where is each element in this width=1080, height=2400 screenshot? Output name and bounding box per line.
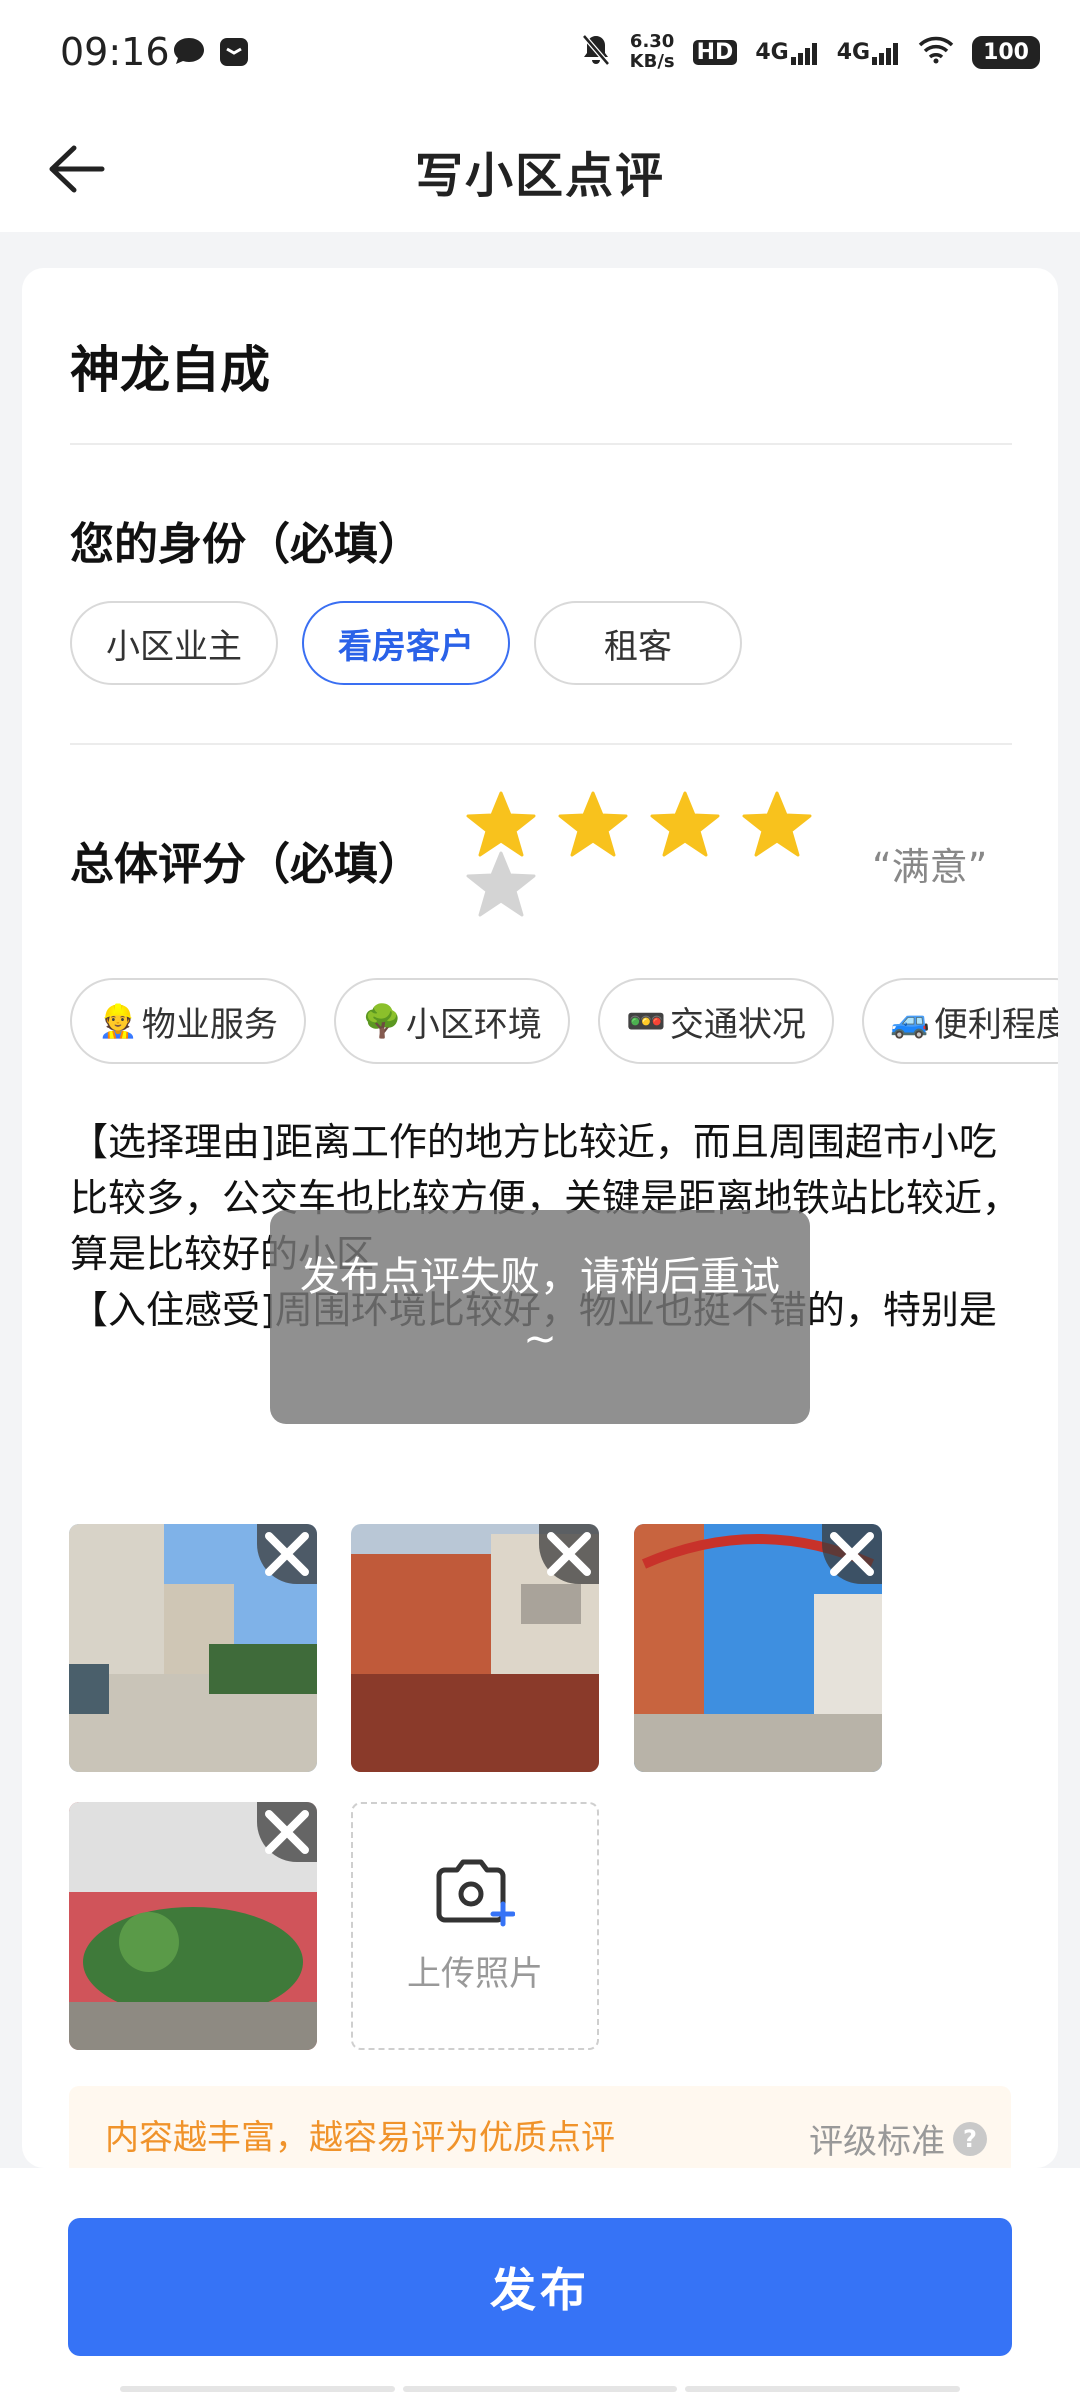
tag-environment[interactable]: 🌳 小区环境	[334, 978, 570, 1064]
bottom-action-bar: 发布	[0, 2168, 1080, 2400]
close-icon	[547, 1532, 591, 1576]
tag-convenience[interactable]: 🚙 便利程度	[862, 978, 1058, 1064]
photo-thumbnail-3[interactable]	[634, 1524, 882, 1772]
remove-photo-button[interactable]	[257, 1524, 317, 1584]
speed-value: 6.30	[629, 31, 675, 52]
remove-photo-button[interactable]	[822, 1524, 882, 1584]
upload-photo-button[interactable]: 上传照片	[351, 1802, 599, 2050]
community-name: 神龙自成	[70, 341, 270, 399]
tag-label: 物业服务	[141, 1004, 278, 1045]
identity-option-owner[interactable]: 小区业主	[70, 601, 278, 685]
worker-icon: 👷	[98, 1002, 138, 1040]
signal-1: 4G	[755, 40, 818, 65]
battery-icon: 100	[972, 35, 1040, 69]
help-icon: ?	[953, 2121, 987, 2156]
status-bar: 09:16 6.30 KB/s HD 4G 4G 100	[0, 0, 1080, 106]
star-icon[interactable]	[650, 790, 720, 860]
network-type-1: 4G	[755, 39, 789, 65]
identity-title: 您的身份（必填）	[70, 519, 422, 570]
quality-tip-bar: 内容越丰富，越容易评为优质点评 评级标准 ?	[69, 2086, 1011, 2176]
upload-label: 上传照片	[407, 1953, 543, 1994]
tag-label: 小区环境	[405, 1004, 542, 1045]
nav-bar: 写小区点评	[0, 106, 1080, 232]
photo-thumbnail-1[interactable]	[69, 1524, 317, 1772]
signal-icon	[872, 42, 899, 65]
tag-list: 👷 物业服务 🌳 小区环境 🚥 交通状况 🚙 便利程度	[70, 974, 1058, 1070]
notification-icon	[218, 36, 250, 72]
network-type-2: 4G	[836, 39, 871, 65]
tip-link-label: 评级标准	[809, 2122, 945, 2162]
signal-2: 4G	[837, 40, 900, 65]
speed-unit: KB/s	[629, 51, 675, 72]
divider	[70, 743, 1012, 745]
close-icon	[830, 1532, 874, 1576]
rating-title: 总体评分（必填）	[70, 839, 422, 890]
remove-photo-button[interactable]	[257, 1802, 317, 1862]
star-icon[interactable]	[466, 850, 536, 920]
error-toast: 发布点评失败，请稍后重试~	[270, 1210, 810, 1424]
tag-property-service[interactable]: 👷 物业服务	[70, 978, 306, 1064]
close-icon	[265, 1532, 309, 1576]
hd-badge: HD	[692, 39, 738, 65]
tag-label: 便利程度	[933, 1004, 1058, 1045]
photo-thumbnail-4[interactable]	[69, 1802, 317, 2050]
gesture-bar	[120, 2386, 961, 2392]
tag-traffic[interactable]: 🚥 交通状况	[598, 978, 834, 1064]
remove-photo-button[interactable]	[539, 1524, 599, 1584]
divider	[70, 443, 1012, 445]
traffic-light-icon: 🚥	[626, 1002, 666, 1040]
tag-label: 交通状况	[669, 1004, 806, 1045]
identity-option-buyer[interactable]: 看房客户	[302, 601, 510, 685]
car-icon: 🚙	[890, 1002, 930, 1040]
rating-label: “满意”	[872, 845, 988, 889]
rating-standard-link[interactable]: 评级标准 ?	[809, 2114, 987, 2163]
photo-thumbnail-2[interactable]	[351, 1524, 599, 1772]
network-speed: 6.30 KB/s	[630, 32, 675, 72]
message-icon	[172, 36, 206, 70]
mute-bell-icon	[580, 33, 612, 71]
close-icon	[265, 1810, 309, 1854]
camera-add-icon	[436, 1859, 515, 1926]
status-time: 09:16	[60, 30, 170, 74]
signal-icon	[790, 42, 817, 65]
page-title: 写小区点评	[414, 148, 665, 204]
tree-icon: 🌳	[362, 1002, 402, 1040]
star-icon[interactable]	[742, 790, 812, 860]
tip-text: 内容越丰富，越容易评为优质点评	[105, 2118, 615, 2158]
star-icon[interactable]	[558, 790, 628, 860]
wifi-icon	[918, 36, 954, 68]
publish-button[interactable]: 发布	[68, 2218, 1012, 2356]
identity-option-tenant[interactable]: 租客	[534, 601, 742, 685]
